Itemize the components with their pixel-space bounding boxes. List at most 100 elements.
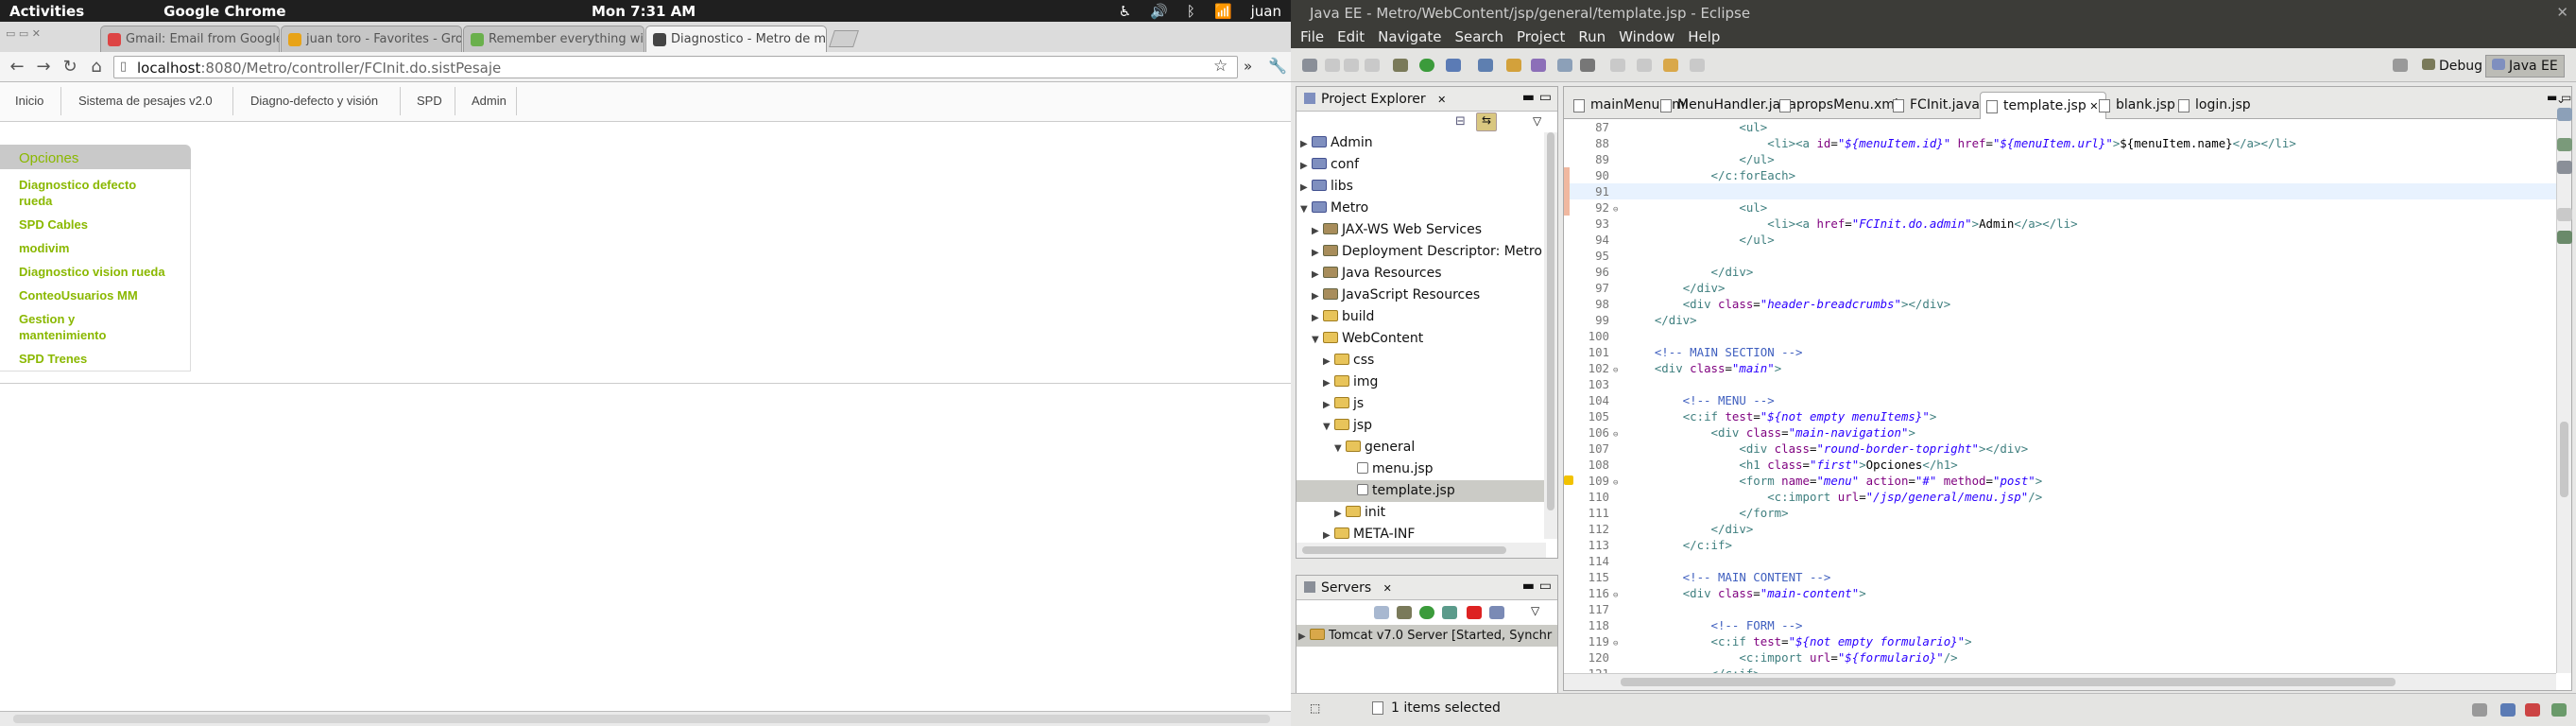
menu-window[interactable]: Window [1619, 28, 1674, 45]
editor-tab[interactable]: FCInit.java [1887, 92, 1987, 119]
code-line[interactable]: 89 </ul> [1564, 151, 2556, 167]
tree-item[interactable]: ▼ general [1297, 437, 1557, 458]
wrench-menu-icon[interactable]: 🔧 [1268, 57, 1287, 75]
code-line[interactable]: 96 </div> [1564, 264, 2556, 280]
code-line[interactable]: 118 <!-- FORM --> [1564, 617, 2556, 633]
maximize-icon[interactable]: ▭ [1539, 90, 1552, 105]
nav-link-admin[interactable]: Admin [472, 94, 507, 108]
profile-server-icon[interactable] [1442, 606, 1457, 619]
code-line[interactable]: 98 <div class="header-breadcrumbs"></div… [1564, 296, 2556, 312]
nav-link-spd[interactable]: SPD [417, 94, 442, 108]
expand-arrow-icon[interactable]: ▶ [1312, 220, 1323, 242]
perspective-debug[interactable]: Debug [2415, 55, 2489, 78]
editor-maximize-icon[interactable]: ▭ [2561, 91, 2571, 104]
open-type-icon[interactable] [1506, 59, 1521, 72]
editor-tab[interactable]: propsMenu.xml [1774, 92, 1906, 119]
code-line[interactable]: 88 <li><a id="${menuItem.id}" href="${me… [1564, 135, 2556, 151]
status-problems-icon[interactable] [2525, 703, 2540, 717]
collapse-all-icon[interactable]: ⊟ [1455, 114, 1466, 129]
browser-tab-gmail[interactable]: Gmail: Email from Google [100, 26, 280, 52]
minimize-icon[interactable]: ▬ [1522, 579, 1535, 594]
close-view-icon[interactable]: ✕ [1383, 582, 1392, 595]
menu-search[interactable]: Search [1454, 28, 1503, 45]
tree-vertical-scrollbar[interactable] [1544, 132, 1557, 539]
menu-navigate[interactable]: Navigate [1378, 28, 1441, 45]
menu-edit[interactable]: Edit [1337, 28, 1365, 45]
code-line[interactable]: 113 </c:if> [1564, 537, 2556, 553]
coverage-icon[interactable] [1446, 59, 1461, 72]
expand-arrow-icon[interactable]: ▶ [1312, 285, 1323, 307]
address-bar[interactable]: ▯ localhost:8080/Metro/controller/FCInit… [113, 56, 1238, 78]
expand-arrow-icon[interactable]: ▶ [1300, 155, 1312, 177]
restore-icon[interactable] [2557, 208, 2572, 221]
menu-item[interactable]: SPD Trenes [0, 347, 170, 371]
status-fastview-icon[interactable]: ⬚ [1310, 701, 1320, 715]
code-line[interactable]: 114 [1564, 553, 2556, 569]
open-perspective-icon[interactable] [2393, 59, 2408, 72]
print-icon[interactable] [1365, 59, 1380, 72]
activities-button[interactable]: Activities [9, 3, 84, 20]
scrollbar-thumb[interactable] [1621, 678, 2396, 686]
collapse-arrow-icon[interactable]: ▼ [1323, 416, 1334, 438]
debug-server-icon[interactable] [1397, 606, 1412, 619]
start-server-icon[interactable] [1419, 606, 1434, 619]
new-server-icon[interactable] [1478, 59, 1493, 72]
menu-item[interactable]: ConteoUsuarios MM [0, 284, 170, 307]
accessibility-icon[interactable]: ♿ [1119, 3, 1131, 20]
code-line[interactable]: 108 <h1 class="first">Opciones</h1> [1564, 457, 2556, 473]
editor-horizontal-scrollbar[interactable] [1564, 673, 2556, 690]
tree-item[interactable]: ▼ WebContent [1297, 328, 1557, 350]
code-line[interactable]: 106 ⊖ <div class="main-navigation"> [1564, 424, 2556, 441]
menu-project[interactable]: Project [1517, 28, 1565, 45]
bookmark-star-icon[interactable]: ☆ [1213, 57, 1228, 76]
minimize-icon[interactable]: ▬ [1522, 90, 1535, 105]
tree-item[interactable]: ▶ JavaScript Resources [1297, 285, 1557, 306]
mark-occurrences-icon[interactable] [1580, 59, 1595, 72]
code-line[interactable]: 100 [1564, 328, 2556, 344]
view-menu-icon[interactable]: ▽ [1531, 604, 1539, 617]
code-line[interactable]: 104 <!-- MENU --> [1564, 392, 2556, 408]
tree-item[interactable]: ▶ js [1297, 393, 1557, 415]
nav-link-inicio[interactable]: Inicio [15, 94, 43, 108]
publish-icon[interactable] [1489, 606, 1504, 619]
code-line[interactable]: 119 ⊖ <c:if test="${not empty formulario}… [1564, 633, 2556, 649]
debug-icon[interactable] [1393, 59, 1408, 72]
expand-arrow-icon[interactable]: ▶ [1323, 372, 1334, 394]
hierarchy-icon[interactable] [2557, 231, 2572, 244]
expand-arrow-icon[interactable]: ▶ [1312, 307, 1323, 329]
save-icon[interactable] [1325, 59, 1340, 72]
nav-link-diagno-defecto[interactable]: Diagno-defecto y visión [250, 94, 378, 108]
code-line[interactable]: 112 </div> [1564, 521, 2556, 537]
next-annotation-icon[interactable] [1610, 59, 1625, 72]
scrollbar-thumb[interactable] [1302, 546, 1506, 554]
editor-minimize-icon[interactable]: ▬ [2547, 91, 2557, 104]
scrollbar-thumb[interactable] [13, 715, 1270, 723]
tree-item[interactable]: ▶ build [1297, 306, 1557, 328]
forward-arrow-icon[interactable]: → [30, 57, 57, 77]
menu-item[interactable]: SPD Cables [0, 213, 170, 236]
tree-item[interactable]: ▶ init [1297, 502, 1557, 524]
code-line[interactable]: 90 </c:forEach> [1564, 167, 2556, 183]
collapse-icon[interactable] [1374, 606, 1389, 619]
view-menu-icon[interactable]: ▽ [1533, 114, 1541, 128]
expand-arrow-icon[interactable]: ▶ [1323, 351, 1334, 372]
expand-arrow-icon[interactable]: ▶ [1323, 394, 1334, 416]
tree-item[interactable]: ▼ jsp [1297, 415, 1557, 437]
tree-item[interactable]: ▶ css [1297, 350, 1557, 372]
menu-item[interactable]: Diagnostico vision rueda [0, 260, 170, 284]
code-line[interactable]: 116 ⊖ <div class="main-content"> [1564, 585, 2556, 601]
back-arrow-icon[interactable] [1663, 59, 1678, 72]
new-icon[interactable] [1302, 59, 1317, 72]
code-line[interactable]: 117 [1564, 601, 2556, 617]
run-icon[interactable] [1419, 59, 1434, 72]
status-console-icon[interactable] [2551, 703, 2567, 717]
previous-annotation-icon[interactable] [1637, 59, 1652, 72]
expand-arrow-icon[interactable]: ▶ [1334, 503, 1346, 525]
tree-horizontal-scrollbar[interactable] [1297, 543, 1546, 558]
tree-item[interactable]: ▶ Admin [1297, 132, 1557, 154]
forward-arrow-icon[interactable] [1690, 59, 1705, 72]
code-line[interactable]: 101 <!-- MAIN SECTION --> [1564, 344, 2556, 360]
code-line[interactable]: 95 [1564, 248, 2556, 264]
warning-icon[interactable] [1564, 475, 1573, 485]
expand-arrow-icon[interactable]: ▶ [1312, 264, 1323, 285]
